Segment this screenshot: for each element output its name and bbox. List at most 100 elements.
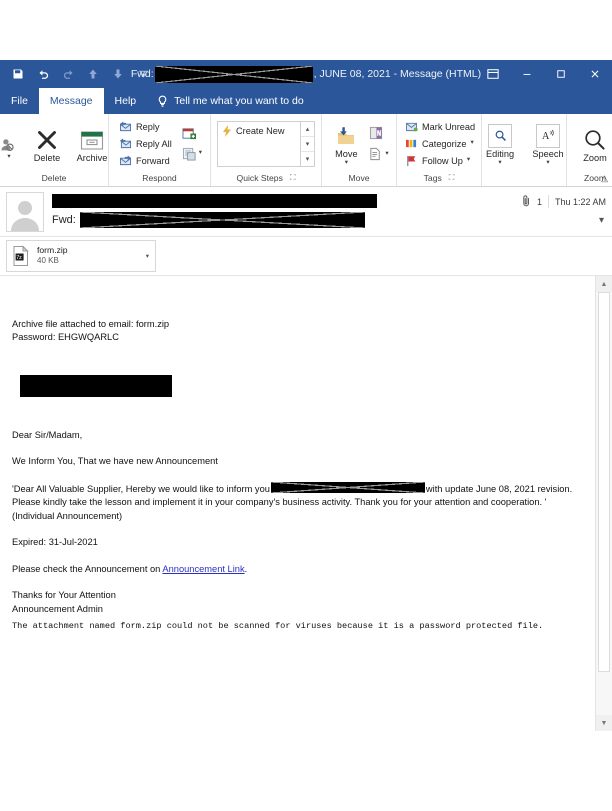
forward-label: Forward	[136, 155, 170, 166]
body-quote-paragraph: 'Dear All Valuable Supplier, Hereby we w…	[12, 481, 582, 510]
more-respond-caret-icon[interactable]: ▾	[199, 150, 202, 157]
svg-text:A: A	[542, 131, 550, 142]
attachment-paperclip-icon	[522, 194, 531, 209]
scroll-down-icon[interactable]: ▼	[596, 715, 612, 731]
scrollbar-track[interactable]	[596, 292, 612, 715]
ribbon-group-move-label: Move	[348, 172, 370, 183]
redo-icon	[60, 65, 76, 83]
follow-up-button[interactable]: Follow Up ▾	[403, 152, 477, 169]
move-button-label: Move	[335, 148, 358, 159]
announcement-link[interactable]: Announcement Link	[162, 564, 244, 574]
ribbon-group-respond-label: Respond	[142, 172, 177, 183]
header-divider	[547, 195, 549, 208]
move-caret-icon[interactable]: ▾	[345, 159, 348, 167]
quick-steps-expand-icon[interactable]: ▾	[301, 152, 314, 166]
mark-unread-button[interactable]: Mark Unread	[403, 118, 477, 135]
ribbon-group-editing-speech: Editing ▾ A Speech ▾	[482, 114, 570, 186]
tab-help[interactable]: Help	[104, 88, 148, 114]
tab-message[interactable]: Message	[38, 88, 104, 114]
archive-button-label: Archive	[76, 152, 108, 163]
body-quote-part1: 'Dear All Valuable Supplier, Hereby we w…	[12, 483, 270, 494]
zoom-button-label: Zoom	[583, 152, 607, 163]
junk-caret-icon[interactable]: ▾	[7, 154, 10, 161]
expand-header-chevron-icon[interactable]: ▾	[599, 215, 604, 226]
follow-up-caret-icon[interactable]: ▾	[467, 157, 470, 164]
ribbon-tab-bar: File Message Help Tell me what you want …	[0, 88, 612, 114]
close-button[interactable]	[578, 60, 612, 88]
editing-caret-icon[interactable]: ▾	[498, 159, 501, 167]
window-title-suffix: , JUNE 08, 2021 - Message (HTML)	[313, 68, 482, 80]
redacted-title-block	[154, 65, 313, 83]
create-new-label: Create New	[236, 125, 285, 136]
body-check-suffix: .	[244, 563, 248, 574]
reply-all-button[interactable]: Reply All	[117, 135, 174, 152]
forward-button[interactable]: Forward	[117, 152, 174, 169]
junk-button[interactable]: ▾	[0, 126, 24, 161]
editing-button[interactable]: Editing ▾	[478, 121, 522, 167]
body-intro: We Inform You, That we have new Announce…	[12, 456, 218, 467]
maximize-button[interactable]	[544, 60, 578, 88]
zip-file-icon: 7z	[11, 245, 31, 267]
delete-x-icon	[35, 126, 59, 152]
move-button[interactable]: Move ▾	[327, 121, 365, 167]
redacted-inline-block	[270, 481, 425, 493]
lightbulb-icon	[157, 95, 168, 108]
tab-file[interactable]: File	[0, 88, 39, 114]
page-top-margin	[0, 0, 612, 60]
speech-button-label: Speech	[532, 148, 564, 159]
customize-quick-access-icon[interactable]	[135, 65, 151, 83]
more-respond-button[interactable]: ▾	[180, 145, 204, 162]
attachment-bar: 7z form.zip 40 KB ▾	[0, 237, 612, 276]
categorize-button[interactable]: Categorize ▾	[403, 135, 477, 152]
meeting-button[interactable]	[180, 125, 204, 142]
body-thanks: Thanks for Your Attention	[12, 590, 116, 601]
speech-button[interactable]: A Speech ▾	[526, 121, 570, 167]
received-time: Thu 1:22 AM	[554, 196, 606, 207]
save-icon[interactable]	[10, 65, 26, 83]
quick-steps-label-text: Quick Steps	[236, 172, 283, 183]
redacted-sender	[52, 194, 377, 208]
quick-steps-dialog-launcher-icon[interactable]: ⛶	[290, 173, 296, 183]
quick-steps-scroll-up-icon[interactable]: ▴	[301, 122, 315, 137]
minimize-button[interactable]	[510, 60, 544, 88]
quick-steps-gallery[interactable]: Create New ▴ ▾ ▾	[217, 120, 316, 167]
body-vertical-scrollbar[interactable]: ▲ ▼	[595, 276, 612, 731]
reply-button[interactable]: Reply	[117, 118, 174, 135]
rules-button[interactable]: ▾	[367, 146, 390, 163]
quick-access-toolbar	[0, 65, 151, 83]
archive-button[interactable]: Archive	[70, 125, 114, 163]
ribbon-display-options-button[interactable]	[476, 60, 510, 88]
quick-steps-scroll-down-icon[interactable]: ▾	[301, 137, 315, 152]
attachment-chip[interactable]: 7z form.zip 40 KB ▾	[6, 240, 156, 272]
categorize-label: Categorize	[422, 138, 467, 149]
message-body: Archive file attached to email: form.zip…	[0, 276, 596, 731]
undo-icon[interactable]	[35, 65, 51, 83]
categorize-caret-icon[interactable]: ▾	[470, 140, 473, 147]
ribbon: ▾ Delete Archive Delete Reply Reply All …	[0, 114, 612, 187]
collapse-ribbon-icon[interactable]: △	[601, 173, 608, 184]
ribbon-group-editing-speech-label	[484, 171, 564, 186]
scroll-up-icon[interactable]: ▲	[596, 276, 612, 292]
speech-caret-icon[interactable]: ▾	[546, 159, 549, 167]
quick-steps-scrollbar[interactable]: ▴ ▾ ▾	[300, 121, 315, 166]
delete-button[interactable]: Delete	[25, 125, 69, 163]
tell-me-search[interactable]: Tell me what you want to do	[147, 88, 314, 114]
attachment-count: 1	[536, 196, 542, 207]
reply-all-label: Reply All	[136, 138, 172, 149]
zoom-button[interactable]: Zoom	[573, 125, 612, 163]
subject-line: Fwd:	[52, 211, 612, 228]
onenote-button[interactable]	[367, 125, 390, 142]
reply-label: Reply	[136, 121, 160, 132]
rules-caret-icon[interactable]: ▾	[385, 150, 388, 158]
attachment-size: 40 KB	[37, 256, 59, 266]
message-header-meta: 1 Thu 1:22 AM	[522, 194, 606, 209]
ribbon-group-delete: ▾ Delete Archive Delete	[0, 114, 109, 186]
body-line-password: Password: EHGWQARLC	[12, 332, 119, 343]
attachment-menu-caret-icon[interactable]: ▾	[146, 252, 149, 260]
ribbon-group-tags-label: Tags ⛶	[399, 171, 479, 186]
window-controls	[476, 60, 612, 88]
body-salutation: Dear Sir/Madam,	[12, 429, 83, 440]
scrollbar-thumb[interactable]	[598, 292, 610, 672]
create-new-quick-step[interactable]: Create New	[218, 122, 289, 140]
tags-dialog-launcher-icon[interactable]: ⛶	[449, 173, 455, 183]
